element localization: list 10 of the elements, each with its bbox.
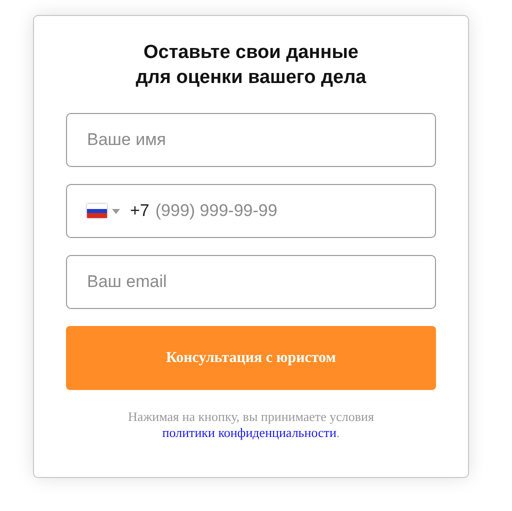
input-field[interactable]: Ваше имя [66, 113, 436, 167]
privacy-link[interactable]: политики конфиденциальности [162, 425, 336, 440]
caret-icon[interactable] [112, 208, 120, 214]
input-field[interactable]: Ваш email [66, 255, 436, 309]
form-title: Оставьте свои данные для оценки вашего дела [134, 41, 368, 90]
country-code: +7 [130, 201, 150, 221]
consent-text: Нажимая на кнопку, вы принимаете условия политики конфиденциальности. [127, 409, 375, 441]
phone-input[interactable]: (999) 999-99-99 [155, 201, 415, 221]
flag-icon [87, 204, 107, 218]
phone-field[interactable]: +7 (999) 999-99-99 [66, 184, 436, 238]
